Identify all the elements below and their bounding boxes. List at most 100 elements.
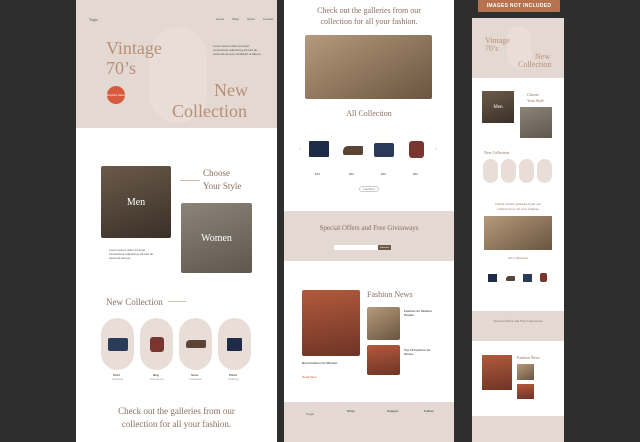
footer-heading: Shop xyxy=(347,409,355,413)
load-more-button[interactable]: Load More xyxy=(359,186,379,192)
footer xyxy=(284,402,454,442)
choose-heading-1: Choose xyxy=(527,92,539,97)
gallery-text-1: Check out the galleries from our xyxy=(317,6,421,15)
nav-about[interactable]: About xyxy=(247,17,255,22)
product-card[interactable] xyxy=(483,159,498,183)
pants-icon[interactable] xyxy=(309,141,329,157)
hero-title-vintage: Vintage xyxy=(106,38,162,58)
gallery-image xyxy=(305,35,432,99)
desktop-page-preview: Vogic Home Shop About Contact ⌕ Vintage … xyxy=(76,0,277,442)
men-label: Men xyxy=(126,196,146,208)
chevron-left-icon[interactable]: ‹ xyxy=(299,146,301,152)
gallery-text-1: Check out the galleries from our xyxy=(495,202,541,206)
bag-icon[interactable] xyxy=(409,141,424,158)
price: $65 xyxy=(349,172,355,176)
men-image[interactable]: Men xyxy=(482,91,514,123)
hero-title-70s: 70’s xyxy=(106,58,137,78)
bag-icon[interactable] xyxy=(540,273,547,282)
choose-heading-2: Your Style xyxy=(527,98,545,103)
product-sub: Accessory xyxy=(150,377,164,381)
chevron-right-icon[interactable]: › xyxy=(435,146,437,152)
news-title[interactable]: Top 10 Fashion for Stores xyxy=(404,348,439,357)
product-card[interactable] xyxy=(537,159,552,183)
product-card-bag[interactable] xyxy=(140,318,173,370)
new-collection-title: New Collection xyxy=(484,150,510,155)
offers-section xyxy=(284,211,454,261)
desktop-page-preview-continued: Check out the galleries from our collect… xyxy=(284,0,454,442)
gallery-text-2: collection for all your fashion. xyxy=(496,207,540,211)
news-image-2[interactable] xyxy=(367,307,400,340)
hero-title-collection: Collection xyxy=(172,101,247,121)
gallery-text-1: Check out the galleries from our xyxy=(118,406,235,416)
product-card[interactable] xyxy=(519,159,534,183)
product-sub: Footwear xyxy=(189,377,202,381)
explore-button[interactable]: Explore More xyxy=(107,86,125,104)
women-label: Women xyxy=(201,232,232,244)
nav-home[interactable]: Home xyxy=(216,17,224,22)
men-image[interactable]: Men xyxy=(101,166,171,238)
men-label: Men xyxy=(493,104,503,110)
price: $40 xyxy=(315,172,321,176)
product-card-shoe[interactable] xyxy=(179,318,212,370)
footer-logo: Vogic xyxy=(306,412,315,416)
logo[interactable]: Vogic xyxy=(89,17,98,22)
shoe-icon xyxy=(185,340,206,348)
news-image-3[interactable] xyxy=(517,384,534,399)
pants-icon xyxy=(227,337,242,351)
shoe-icon[interactable] xyxy=(343,146,363,155)
nav-contact[interactable]: Contact xyxy=(263,17,273,22)
load-more-label: Load More xyxy=(363,187,375,191)
hero-description: Lorem ipsum dolor sit amet consectetur a… xyxy=(213,44,261,56)
product-card-pants[interactable] xyxy=(218,318,251,370)
fashion-news-title: Fashion News xyxy=(367,290,413,299)
offers-title: Special Offers and Free Giveaways xyxy=(493,319,543,323)
read-more-link[interactable]: Read More xyxy=(302,375,317,380)
news-image-2[interactable] xyxy=(517,364,534,380)
badge-label: IMAGES NOT INCLUDED xyxy=(486,3,552,9)
price: $80 xyxy=(413,172,419,176)
bag-icon xyxy=(149,336,164,352)
news-title[interactable]: Best Fashion for Women xyxy=(302,361,337,366)
shirt-icon[interactable] xyxy=(523,274,532,282)
mobile-page-preview: Vintage 70’s New Collection Men Choose Y… xyxy=(472,18,564,442)
email-field[interactable] xyxy=(334,245,378,250)
hero-title-new: New xyxy=(214,80,248,100)
shirt-icon[interactable] xyxy=(374,143,394,157)
divider xyxy=(168,301,186,302)
product-sub: Clothing xyxy=(112,377,124,381)
offers-section xyxy=(472,311,564,341)
footer-heading: Follow xyxy=(424,409,434,413)
product-sub: Clothing xyxy=(228,377,240,381)
price: $35 xyxy=(381,172,387,176)
images-not-included-badge: IMAGES NOT INCLUDED xyxy=(478,0,560,12)
women-image[interactable] xyxy=(520,107,552,138)
shirt-icon xyxy=(107,337,128,351)
gallery-text-2: collection for all your fashion. xyxy=(320,17,418,26)
news-main-image[interactable] xyxy=(482,355,512,390)
fashion-news-title: Fashion News xyxy=(517,355,540,360)
news-main-image[interactable] xyxy=(302,290,360,356)
news-image-3[interactable] xyxy=(367,345,400,375)
gallery-text-2: collection for all your fashion. xyxy=(121,419,232,429)
offers-title: Special Offers and Free Giveaways xyxy=(319,224,419,232)
choose-heading-2: Your Style xyxy=(203,181,242,191)
top-nav: Home Shop About Contact ⌕ xyxy=(208,17,277,22)
men-description: Lorem ipsum dolor sit amet consectetur a… xyxy=(109,248,154,260)
pants-icon[interactable] xyxy=(488,274,497,282)
shoe-icon[interactable] xyxy=(506,276,515,281)
choose-heading-1: Choose xyxy=(203,168,230,178)
subscribe-label: Subscribe xyxy=(380,246,389,249)
new-collection-title: New Collection xyxy=(106,297,163,307)
footer xyxy=(472,416,564,442)
divider xyxy=(180,180,200,181)
hero-title-70s: 70’s xyxy=(485,44,499,53)
subscribe-button[interactable]: Subscribe xyxy=(378,245,391,250)
women-image[interactable]: Women xyxy=(181,203,252,273)
news-title[interactable]: Fashion for Modern People xyxy=(404,309,439,318)
all-collection-title: All Collection xyxy=(508,256,528,260)
nav-shop[interactable]: Shop xyxy=(232,17,239,22)
footer-heading: Support xyxy=(387,409,399,413)
product-card-shirt[interactable] xyxy=(101,318,134,370)
product-card[interactable] xyxy=(501,159,516,183)
gallery-image xyxy=(484,216,552,250)
